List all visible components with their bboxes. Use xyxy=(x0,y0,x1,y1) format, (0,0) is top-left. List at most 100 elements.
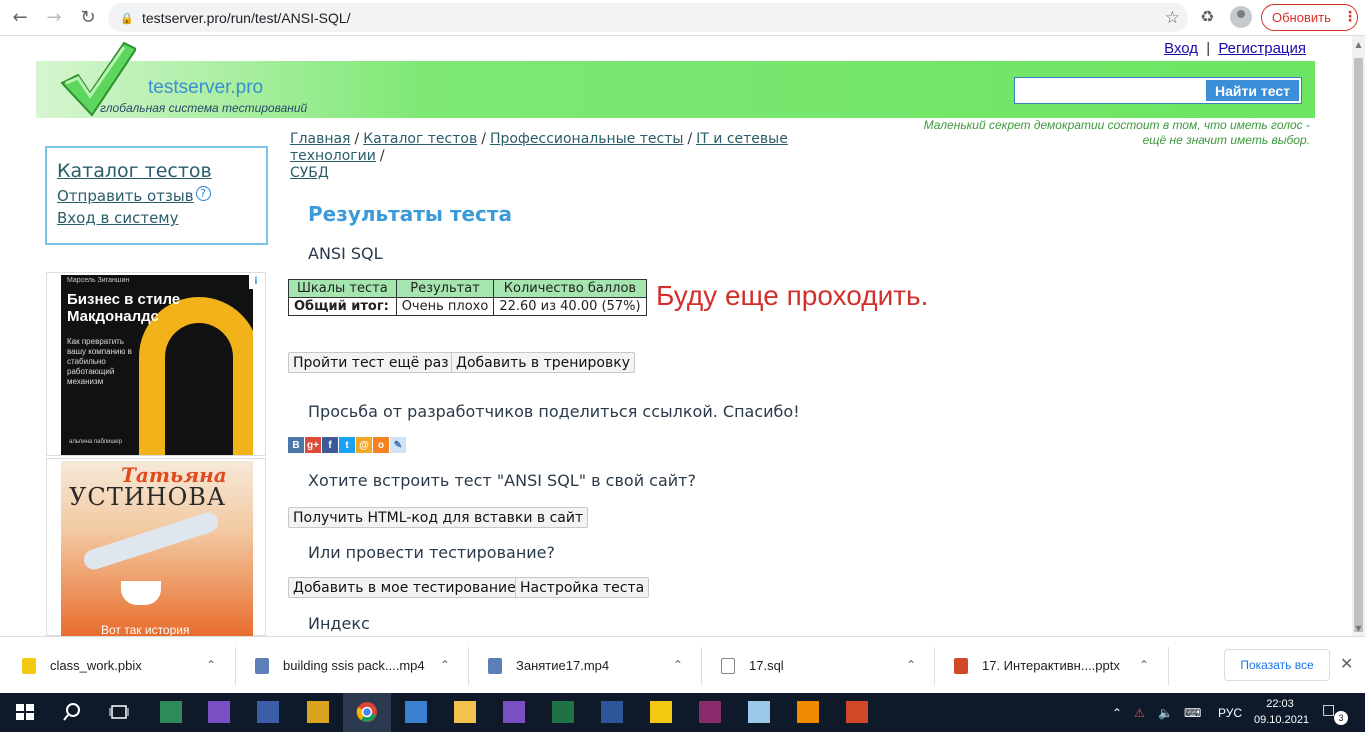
close-icon[interactable]: ✕ xyxy=(1340,654,1353,673)
breadcrumb-professional[interactable]: Профессиональные тесты xyxy=(490,131,684,147)
search-icon[interactable] xyxy=(61,701,83,723)
bookmark-star-icon[interactable]: ☆ xyxy=(1165,8,1180,28)
show-all-downloads-button[interactable]: Показать все xyxy=(1224,649,1330,681)
sql-file-icon xyxy=(721,657,735,674)
forward-icon[interactable]: → xyxy=(40,4,68,32)
notepad-icon[interactable] xyxy=(160,701,182,723)
web-page: Вход | Регистрация testserver.pro глобал… xyxy=(0,36,1352,636)
language-indicator[interactable]: РУС xyxy=(1218,693,1242,732)
livejournal-icon[interactable]: ✎ xyxy=(390,437,406,453)
download-item[interactable]: Занятие17.mp4 xyxy=(488,637,609,694)
scroll-down-icon[interactable]: ▼ xyxy=(1354,624,1363,634)
breadcrumb-separator: / xyxy=(354,131,360,147)
results-table: Шкалы теста Результат Количество баллов … xyxy=(288,279,647,316)
task-view-icon[interactable] xyxy=(108,701,130,723)
visual-studio-2-icon[interactable] xyxy=(503,701,525,723)
ssms-icon[interactable] xyxy=(307,701,329,723)
twitter-icon[interactable]: t xyxy=(339,437,355,453)
breadcrumb-catalog[interactable]: Каталог тестов xyxy=(363,131,477,147)
reload-icon[interactable]: ↻ xyxy=(74,4,102,32)
scroll-up-icon[interactable]: ▲ xyxy=(1354,40,1363,50)
login-link[interactable]: Вход xyxy=(1164,40,1198,57)
download-item[interactable]: 17.sql xyxy=(721,637,784,694)
download-item[interactable]: building ssis pack....mp4 xyxy=(255,637,425,694)
ad1-title: Бизнес в стиле Макдоналдс xyxy=(67,291,181,325)
menu-icon[interactable]: ⋮ xyxy=(1343,9,1357,25)
get-html-code-button[interactable]: Получить HTML-код для вставки в сайт xyxy=(288,507,589,528)
powerpoint-icon[interactable] xyxy=(846,701,868,723)
profile-icon[interactable] xyxy=(1230,6,1252,28)
download-filename: 17.sql xyxy=(749,658,784,673)
winrar-icon[interactable] xyxy=(699,701,721,723)
breadcrumb: Главная / Каталог тестов / Профессиональные … xyxy=(290,131,890,182)
clock-date: 09.10.2021 xyxy=(1254,714,1310,726)
sidebar-menu: Каталог тестов Отправить отзыв? Вход в с… xyxy=(45,146,268,245)
downloads-bar: class_work.pbix ⌃ building ssis pack....… xyxy=(0,636,1365,693)
show-hidden-icons-icon[interactable]: ⌃ xyxy=(1112,693,1122,732)
testing-question: Или провести тестирование? xyxy=(308,543,556,562)
sidebar-login-link[interactable]: Вход в систему xyxy=(57,209,256,227)
vlc-icon[interactable] xyxy=(797,701,819,723)
chevron-up-icon[interactable]: ⌃ xyxy=(906,658,916,672)
vk-icon[interactable]: B xyxy=(288,437,304,453)
user-comment: Буду еще проходить. xyxy=(656,280,929,311)
snipping-tool-icon[interactable] xyxy=(405,701,427,723)
power-bi-icon[interactable] xyxy=(650,701,672,723)
add-training-button[interactable]: Добавить в тренировку xyxy=(451,352,635,373)
site-name[interactable]: testserver.pro xyxy=(148,77,263,99)
scrollbar-thumb[interactable] xyxy=(1354,58,1363,632)
help-icon[interactable]: ? xyxy=(195,186,211,201)
word-icon[interactable] xyxy=(601,701,623,723)
sidebar-catalog-link[interactable]: Каталог тестов xyxy=(57,160,256,182)
ad-banner-book-1[interactable]: Марсель Зиганшин Бизнес в стиле Макдонал… xyxy=(46,272,266,456)
breadcrumb-dbms[interactable]: СУБД xyxy=(290,165,329,181)
adchoices-icon[interactable]: i xyxy=(249,275,263,289)
mailru-icon[interactable]: @ xyxy=(356,437,372,453)
ad-banner-book-2[interactable]: Татьяна УСТИНОВА Вот так история xyxy=(46,458,266,636)
page-scrollbar[interactable]: ▲ ▼ xyxy=(1352,36,1365,636)
video-file-icon xyxy=(488,657,502,674)
auth-links: Вход | Регистрация xyxy=(1164,40,1306,57)
google-plus-icon[interactable]: g+ xyxy=(305,437,321,453)
save-disk-icon[interactable] xyxy=(257,701,279,723)
clock[interactable]: 22:03 09.10.2021 xyxy=(1254,696,1310,728)
results-heading: Результаты теста xyxy=(308,202,513,226)
volume-icon[interactable]: 🔈 xyxy=(1158,693,1173,732)
file-explorer-icon[interactable] xyxy=(454,701,476,723)
download-item[interactable]: class_work.pbix xyxy=(22,637,142,694)
test-settings-button[interactable]: Настройка теста xyxy=(515,577,650,598)
url-text[interactable]: testserver.pro/run/test/ANSI-SQL/ xyxy=(142,10,351,26)
lock-icon: 🔒 xyxy=(120,11,134,25)
visual-studio-icon[interactable] xyxy=(208,701,230,723)
extensions-icon[interactable]: ♻ xyxy=(1200,7,1214,26)
retry-test-button[interactable]: Пройти тест ещё раз xyxy=(288,352,454,373)
address-bar[interactable]: 🔒 testserver.pro/run/test/ANSI-SQL/ ☆ xyxy=(108,3,1188,32)
search-input[interactable]: Найти тест xyxy=(1014,77,1302,104)
table-header: Шкалы теста xyxy=(288,279,397,298)
download-item[interactable]: 17. Интерактивн....pptx xyxy=(954,637,1120,694)
windows-start-icon[interactable] xyxy=(14,701,36,723)
search-button-label: Найти тест xyxy=(1215,82,1290,99)
sidebar-feedback-link[interactable]: Отправить отзыв xyxy=(57,187,194,205)
search-button[interactable]: Найти тест xyxy=(1206,80,1299,101)
chevron-up-icon[interactable]: ⌃ xyxy=(673,658,683,672)
table-header-row: Шкалы теста Результат Количество баллов xyxy=(288,279,647,298)
table-cell: Очень плохо xyxy=(395,297,495,316)
app-icon[interactable] xyxy=(748,701,770,723)
back-icon[interactable]: ← xyxy=(6,4,34,32)
excel-icon[interactable] xyxy=(552,701,574,723)
chevron-up-icon[interactable]: ⌃ xyxy=(206,658,216,672)
ad2-author-last: УСТИНОВА xyxy=(69,483,227,511)
keyboard-icon[interactable]: ⌨ xyxy=(1184,693,1201,732)
chrome-icon[interactable] xyxy=(356,701,378,723)
chevron-up-icon[interactable]: ⌃ xyxy=(1139,658,1149,672)
divider xyxy=(235,647,236,685)
facebook-icon[interactable]: f xyxy=(322,437,338,453)
register-link[interactable]: Регистрация xyxy=(1218,40,1306,57)
network-warning-icon[interactable]: ⚠ xyxy=(1134,693,1145,732)
odnoklassniki-icon[interactable]: o xyxy=(373,437,389,453)
breadcrumb-home[interactable]: Главная xyxy=(290,131,350,147)
add-to-testing-button[interactable]: Добавить в мое тестирование xyxy=(288,577,521,598)
site-header: testserver.pro глобальная система тестир… xyxy=(36,41,1315,118)
chevron-up-icon[interactable]: ⌃ xyxy=(440,658,450,672)
